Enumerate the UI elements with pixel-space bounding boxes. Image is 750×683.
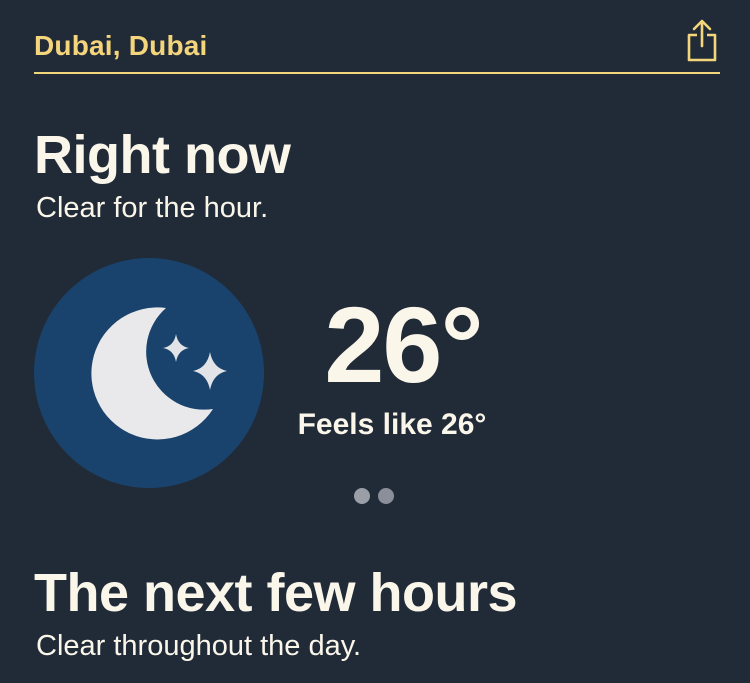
page-dot-2[interactable] xyxy=(378,488,394,504)
page-dot-1[interactable] xyxy=(354,488,370,504)
current-temperature: 26° xyxy=(324,284,483,405)
share-button[interactable] xyxy=(684,18,720,62)
next-hours-summary: Clear throughout the day. xyxy=(36,630,362,662)
right-now-summary: Clear for the hour. xyxy=(36,192,269,224)
next-hours-title: The next few hours xyxy=(34,563,518,623)
feels-like-temperature: Feels like 26° xyxy=(297,408,487,441)
page-indicator[interactable] xyxy=(354,488,394,504)
clear-night-moon-icon xyxy=(34,258,264,488)
right-now-title: Right now xyxy=(34,125,291,185)
location-header: Dubai, Dubai xyxy=(34,0,720,74)
location-name[interactable]: Dubai, Dubai xyxy=(34,30,208,62)
share-icon xyxy=(687,19,717,62)
